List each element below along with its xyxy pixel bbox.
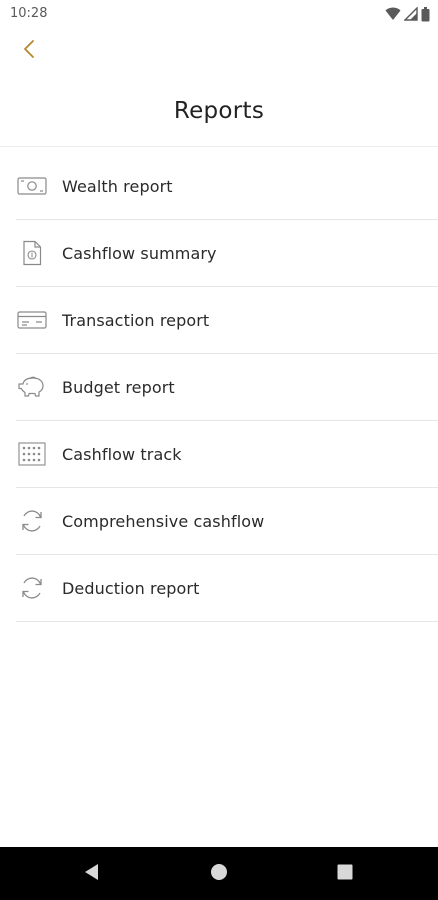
nav-recents-button[interactable] [330, 859, 360, 889]
document-money-icon [16, 237, 48, 269]
report-label: Deduction report [62, 578, 200, 598]
status-icons [385, 6, 430, 22]
system-nav-bar [0, 847, 438, 900]
nav-recents-icon [337, 864, 353, 884]
credit-card-icon [16, 304, 48, 336]
report-label: Transaction report [62, 310, 210, 330]
back-button[interactable] [14, 36, 44, 66]
cellular-signal-icon [404, 7, 418, 21]
sync-icon [16, 505, 48, 537]
header-divider [0, 146, 438, 147]
report-item-cashflow-summary[interactable]: Cashflow summary [16, 220, 438, 287]
report-item-cashflow-track[interactable]: Cashflow track [16, 421, 438, 488]
report-label: Budget report [62, 377, 175, 397]
report-label: Cashflow summary [62, 243, 217, 263]
wifi-icon [385, 7, 401, 21]
nav-back-button[interactable] [77, 859, 107, 889]
report-label: Cashflow track [62, 444, 182, 464]
report-item-wealth[interactable]: Wealth report [16, 153, 438, 220]
report-item-deduction[interactable]: Deduction report [16, 555, 438, 622]
nav-home-icon [210, 863, 228, 885]
chevron-left-icon [22, 39, 36, 63]
battery-icon [421, 6, 430, 22]
sync-icon [16, 572, 48, 604]
report-item-transaction[interactable]: Transaction report [16, 287, 438, 354]
report-item-comprehensive-cashflow[interactable]: Comprehensive cashflow [16, 488, 438, 555]
status-bar: 10:28 [0, 0, 438, 28]
piggy-bank-icon [16, 371, 48, 403]
status-time: 10:28 [10, 6, 48, 21]
page-title: Reports [173, 98, 265, 124]
report-list: Wealth report Cashflow summary Transacti… [16, 153, 438, 622]
banknote-icon [16, 170, 48, 202]
nav-back-icon [84, 863, 100, 885]
report-label: Comprehensive cashflow [62, 511, 265, 531]
grid-dots-icon [16, 438, 48, 470]
report-item-budget[interactable]: Budget report [16, 354, 438, 421]
nav-home-button[interactable] [204, 859, 234, 889]
report-label: Wealth report [62, 176, 173, 196]
